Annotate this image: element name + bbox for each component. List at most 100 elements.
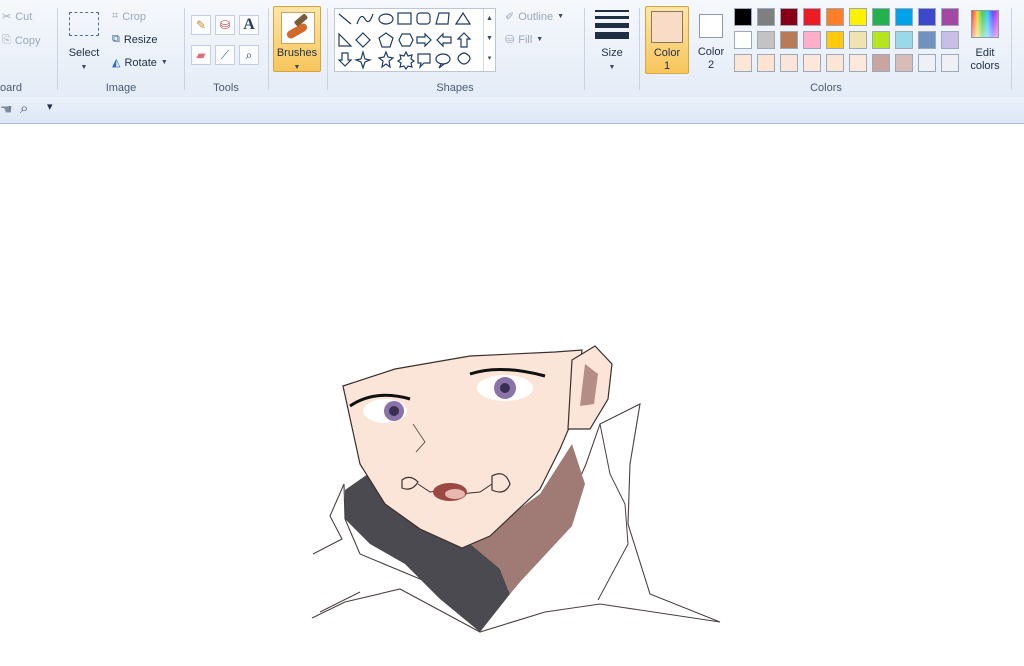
- copy-icon: ⎘: [2, 34, 11, 46]
- pencil-tool[interactable]: ✎: [191, 15, 211, 35]
- palette-swatch[interactable]: [826, 31, 844, 49]
- brushes-label: Brushes: [276, 47, 318, 59]
- scissors-icon: ✂: [2, 11, 12, 23]
- anime-character-sketch: [311, 345, 721, 633]
- size-button[interactable]: Size ▼: [590, 6, 634, 72]
- tools-group-label: Tools: [213, 82, 239, 94]
- copy-button[interactable]: ⎘ Copy: [2, 34, 41, 47]
- shapes-gallery[interactable]: ▲ ▼ ▾: [334, 8, 496, 72]
- shapes-gallery-icons: [337, 11, 472, 71]
- customize-icon[interactable]: ▾: [47, 100, 53, 113]
- brush-icon: [281, 12, 315, 44]
- separator: [584, 8, 585, 90]
- palette-swatch[interactable]: [734, 54, 752, 72]
- color2-button[interactable]: Color 2: [690, 6, 732, 74]
- resize-label: Resize: [123, 33, 158, 46]
- palette-swatch[interactable]: [872, 8, 890, 26]
- palette-swatch[interactable]: [895, 54, 913, 72]
- palette-swatch[interactable]: [734, 8, 752, 26]
- color2-swatch: [699, 14, 723, 38]
- palette-swatch[interactable]: [803, 31, 821, 49]
- color1-swatch: [651, 11, 683, 43]
- cut-label: Cut: [15, 10, 33, 23]
- eraser-tool[interactable]: ▰: [191, 45, 211, 65]
- color-picker-tool[interactable]: ⟋: [215, 45, 235, 65]
- rotate-icon: ◭: [112, 57, 121, 69]
- ribbon: ✂ Cut ⎘ Copy oard Select ▼ ⌗ Crop ⧉ Resi…: [0, 0, 1024, 98]
- palette-swatch[interactable]: [941, 8, 959, 26]
- colors-group-label: Colors: [810, 82, 842, 94]
- outline-button[interactable]: ✐ Outline ▼: [505, 10, 565, 24]
- palette-swatch[interactable]: [895, 31, 913, 49]
- rotate-button[interactable]: ◭ Rotate ▼: [112, 56, 168, 70]
- brushes-button[interactable]: Brushes ▼: [273, 6, 321, 72]
- palette-swatch[interactable]: [780, 8, 798, 26]
- chevron-down-icon: ▼: [293, 64, 301, 71]
- palette-swatch[interactable]: [872, 54, 890, 72]
- palette-swatch[interactable]: [849, 54, 867, 72]
- select-button[interactable]: Select ▼: [66, 6, 102, 71]
- separator: [1011, 8, 1012, 90]
- palette-swatch[interactable]: [803, 54, 821, 72]
- outline-icon: ✐: [505, 11, 515, 23]
- palette-swatch[interactable]: [895, 8, 913, 26]
- separator: [327, 8, 328, 90]
- fill-tool[interactable]: ⛁: [215, 15, 235, 35]
- eraser-icon: ▰: [196, 48, 206, 62]
- palette-swatch[interactable]: [918, 8, 936, 26]
- palette-swatch[interactable]: [757, 31, 775, 49]
- palette-swatch[interactable]: [757, 54, 775, 72]
- palette-swatch[interactable]: [826, 54, 844, 72]
- color1-number: 1: [663, 60, 671, 72]
- palette-swatch[interactable]: [872, 31, 890, 49]
- separator: [639, 8, 640, 90]
- magnifier-tool[interactable]: ⌕: [239, 45, 259, 65]
- resize-button[interactable]: ⧉ Resize: [112, 33, 157, 46]
- text-icon: A: [243, 16, 255, 33]
- outline-label: Outline: [518, 10, 554, 23]
- fill-icon: ⛁: [505, 34, 515, 46]
- quick-access-toolbar: ☚ ⌕ ▾: [0, 97, 1024, 124]
- crop-icon: ⌗: [112, 10, 119, 22]
- palette-swatch[interactable]: [780, 31, 798, 49]
- palette-swatch[interactable]: [918, 54, 936, 72]
- color2-label: Color: [697, 46, 725, 58]
- chevron-down-icon: ▼: [608, 64, 616, 71]
- palette-swatch[interactable]: [941, 54, 959, 72]
- resize-icon: ⧉: [112, 33, 120, 45]
- fill-button[interactable]: ⛁ Fill ▼: [505, 33, 544, 47]
- magnifier-icon: ⌕: [245, 47, 253, 62]
- zoom-icon[interactable]: ⌕: [20, 100, 28, 117]
- paint-bucket-icon: ⛁: [219, 18, 231, 32]
- separator: [268, 8, 269, 90]
- image-group-label: Image: [105, 82, 137, 94]
- palette-swatch[interactable]: [780, 54, 798, 72]
- chevron-down-icon: ▼: [160, 59, 168, 66]
- palette-swatch[interactable]: [918, 31, 936, 49]
- color-palette: [734, 8, 966, 74]
- palette-swatch[interactable]: [849, 8, 867, 26]
- eyedropper-icon: ⟋: [220, 47, 230, 62]
- drawing-canvas[interactable]: [0, 124, 1024, 666]
- copy-label: Copy: [14, 34, 41, 47]
- color1-button[interactable]: Color 1: [645, 6, 689, 74]
- chevron-down-icon: ▼: [536, 36, 544, 43]
- palette-swatch[interactable]: [849, 31, 867, 49]
- text-tool[interactable]: A: [239, 15, 259, 35]
- line-thickness-icon: [595, 10, 629, 39]
- edit-colors-button[interactable]: Edit colors: [966, 6, 1004, 74]
- gallery-scroll[interactable]: ▲ ▼ ▾: [483, 9, 495, 71]
- palette-swatch[interactable]: [826, 8, 844, 26]
- shapes-group-label: Shapes: [436, 82, 474, 94]
- edit-colors-label: Edit: [975, 47, 995, 59]
- chevron-down-icon: ▼: [557, 13, 565, 20]
- pencil-icon: ✎: [195, 18, 207, 32]
- pan-icon[interactable]: ☚: [0, 101, 13, 118]
- cut-button[interactable]: ✂ Cut: [2, 10, 33, 24]
- color1-label: Color: [653, 47, 681, 59]
- crop-button[interactable]: ⌗ Crop: [112, 10, 146, 23]
- palette-swatch[interactable]: [734, 31, 752, 49]
- palette-swatch[interactable]: [757, 8, 775, 26]
- palette-swatch[interactable]: [803, 8, 821, 26]
- palette-swatch[interactable]: [941, 31, 959, 49]
